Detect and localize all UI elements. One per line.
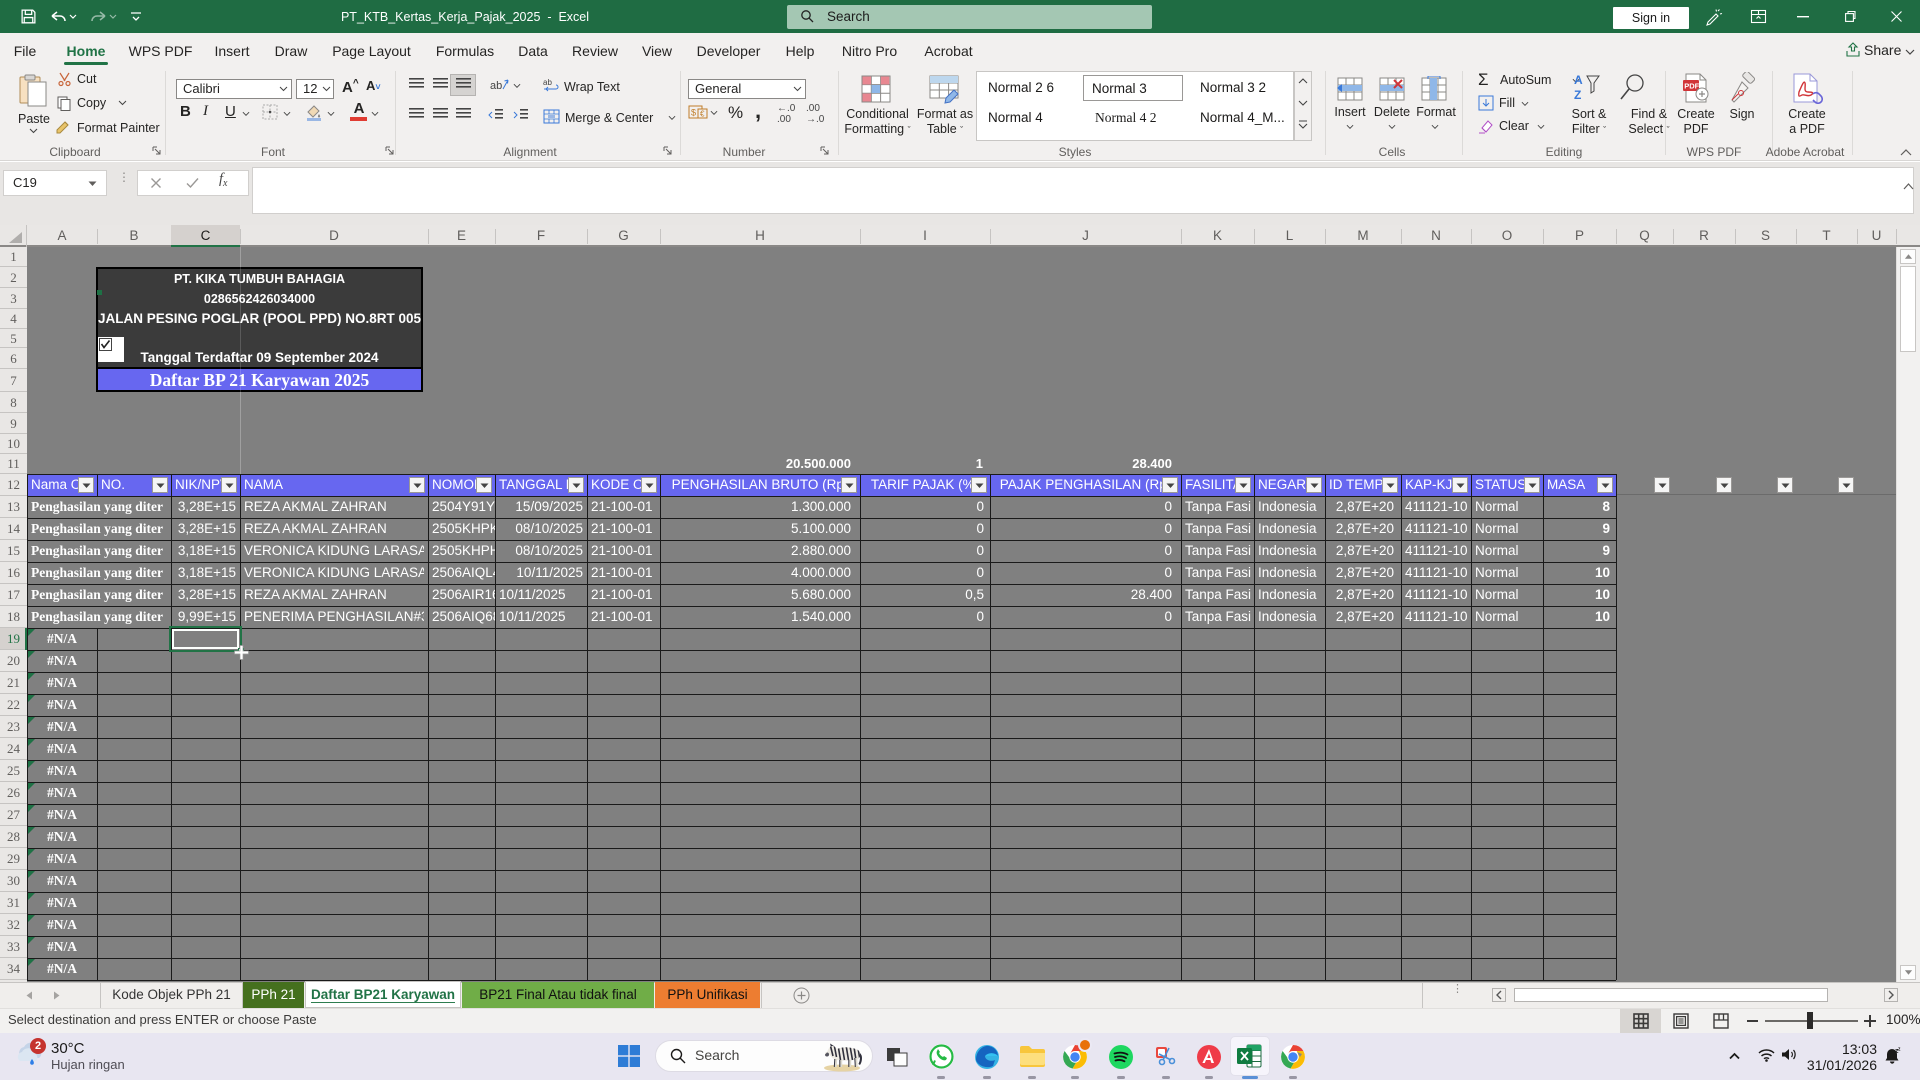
svg-text:Z: Z <box>1574 88 1581 102</box>
svg-text:$: $ <box>691 108 696 118</box>
svg-text:PDF: PDF <box>1684 82 1699 91</box>
svg-text:ab: ab <box>543 78 552 87</box>
svg-text:€: € <box>700 110 705 119</box>
svg-text:A: A <box>1574 73 1583 87</box>
svg-text:z: z <box>1898 1047 1901 1053</box>
svg-text:ab: ab <box>490 80 502 92</box>
